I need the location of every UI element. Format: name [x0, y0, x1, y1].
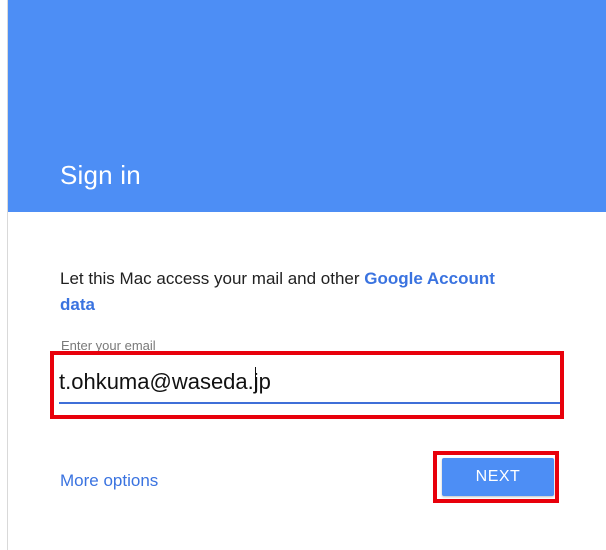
sign-in-dialog: Sign in Let this Mac access your mail an… — [0, 0, 606, 550]
google-account-link-data[interactable]: data — [60, 295, 95, 314]
more-options-link[interactable]: More options — [60, 471, 158, 491]
email-field-highlight — [50, 351, 564, 419]
dialog-header: Sign in — [8, 0, 606, 212]
access-prompt-text: Let this Mac access your mail and other — [60, 269, 365, 288]
page-title: Sign in — [60, 160, 141, 190]
next-button-highlight — [433, 451, 559, 503]
access-prompt: Let this Mac access your mail and other … — [60, 266, 560, 318]
google-account-link[interactable]: Google Account — [364, 269, 495, 288]
